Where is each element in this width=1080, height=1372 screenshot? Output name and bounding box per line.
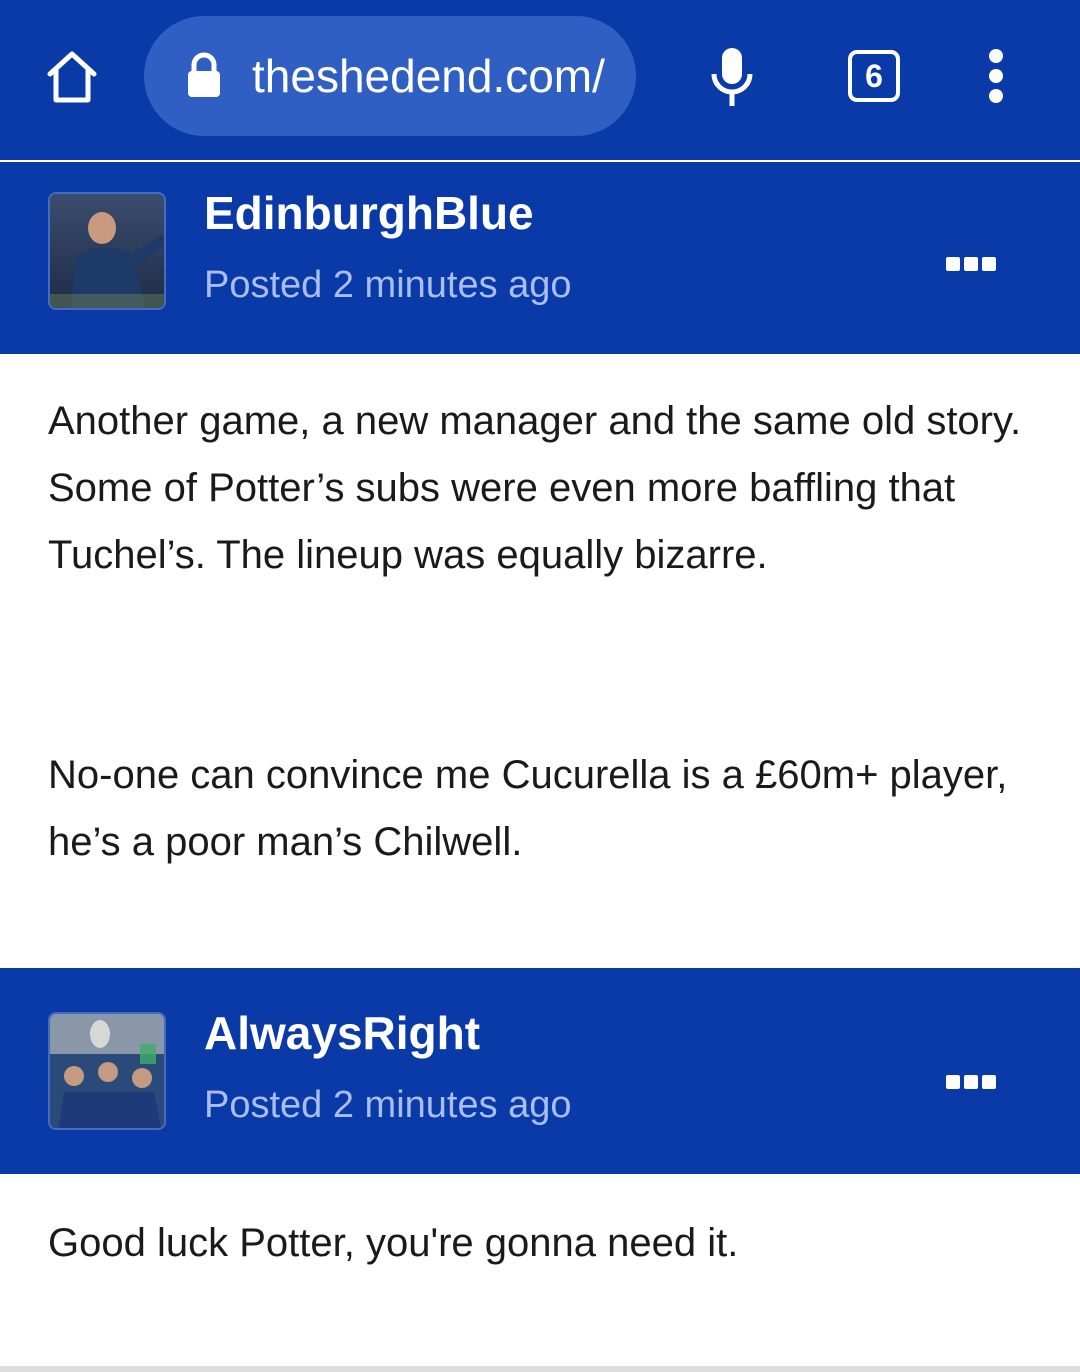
more-vertical-icon [989,49,1003,103]
post-header: AlwaysRight Posted 2 minutes ago [0,968,1080,1174]
lock-icon [188,52,220,97]
post-timestamp: Posted 2 minutes ago [204,1084,572,1126]
post-username[interactable]: EdinburghBlue [204,186,534,240]
post-options-button[interactable] [946,254,998,274]
post-timestamp: Posted 2 minutes ago [204,264,572,306]
microphone-icon [711,48,753,106]
more-horizontal-icon [982,257,996,271]
post-paragraph: Another game, a new manager and the same… [48,399,1022,577]
post-options-button[interactable] [946,1072,998,1092]
more-horizontal-icon [946,257,960,271]
address-bar[interactable]: theshedend.com/ [144,16,636,136]
avatar[interactable] [48,192,166,310]
avatar-photo [50,1014,164,1128]
tab-switcher-button[interactable]: 6 [848,50,900,102]
post-content: Another game, a new manager and the same… [48,388,1038,589]
post-paragraph: Good luck Potter, you're gonna need it. [48,1221,739,1265]
post-content: Good luck Potter, you're gonna need it. [48,1210,1038,1277]
browser-toolbar: theshedend.com/ 6 [0,0,1080,160]
post-header: EdinburghBlue Posted 2 minutes ago [0,162,1080,354]
avatar[interactable] [48,1012,166,1130]
browser-menu-button[interactable] [972,44,1020,108]
post-paragraph: No-one can convince me Cucurella is a £6… [48,753,1008,864]
divider [0,1366,1080,1372]
avatar-photo [50,194,164,308]
home-icon [47,51,97,103]
more-horizontal-icon [964,1075,978,1089]
post-username[interactable]: AlwaysRight [204,1006,480,1060]
home-button[interactable] [36,40,108,112]
more-horizontal-icon [982,1075,996,1089]
more-horizontal-icon [964,257,978,271]
voice-search-button[interactable] [700,40,764,112]
url-text[interactable]: theshedend.com/ [252,46,616,106]
post-content: No-one can convince me Cucurella is a £6… [48,742,1038,876]
more-horizontal-icon [946,1075,960,1089]
